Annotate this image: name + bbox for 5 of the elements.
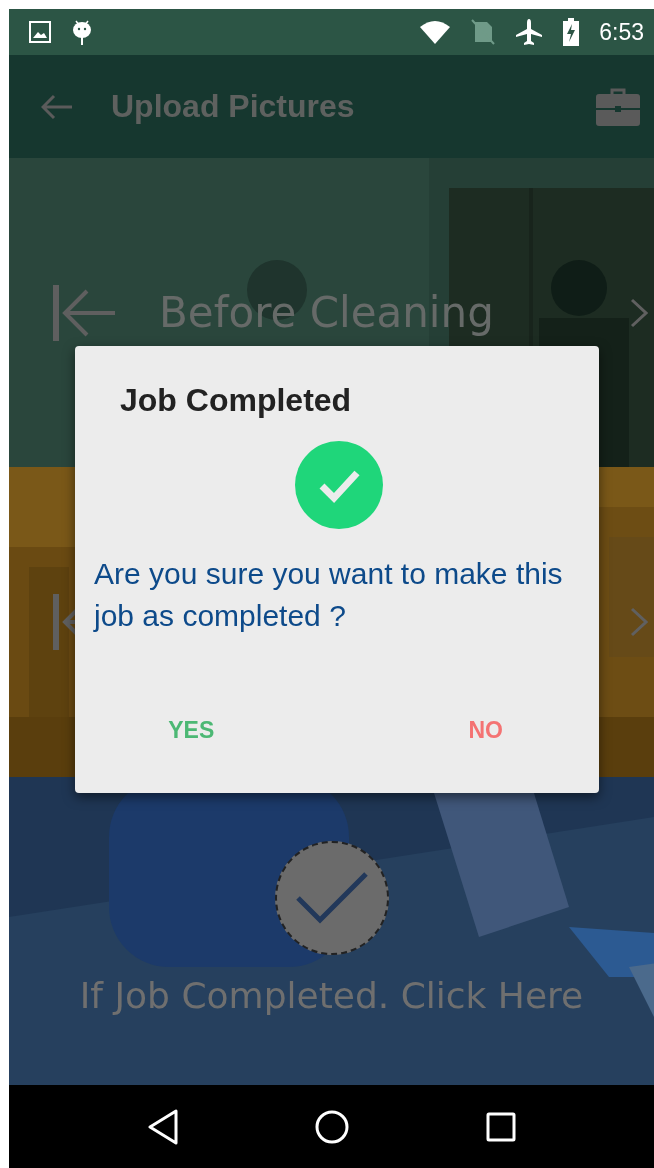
dialog-title: Job Completed <box>120 382 353 419</box>
status-time: 6:53 <box>599 18 644 46</box>
screen-title: Upload Pictures <box>111 88 356 125</box>
section-title: Before Cleaning <box>159 288 495 337</box>
dialog-message: Are you sure you want to make this job as completed ? <box>94 556 564 634</box>
